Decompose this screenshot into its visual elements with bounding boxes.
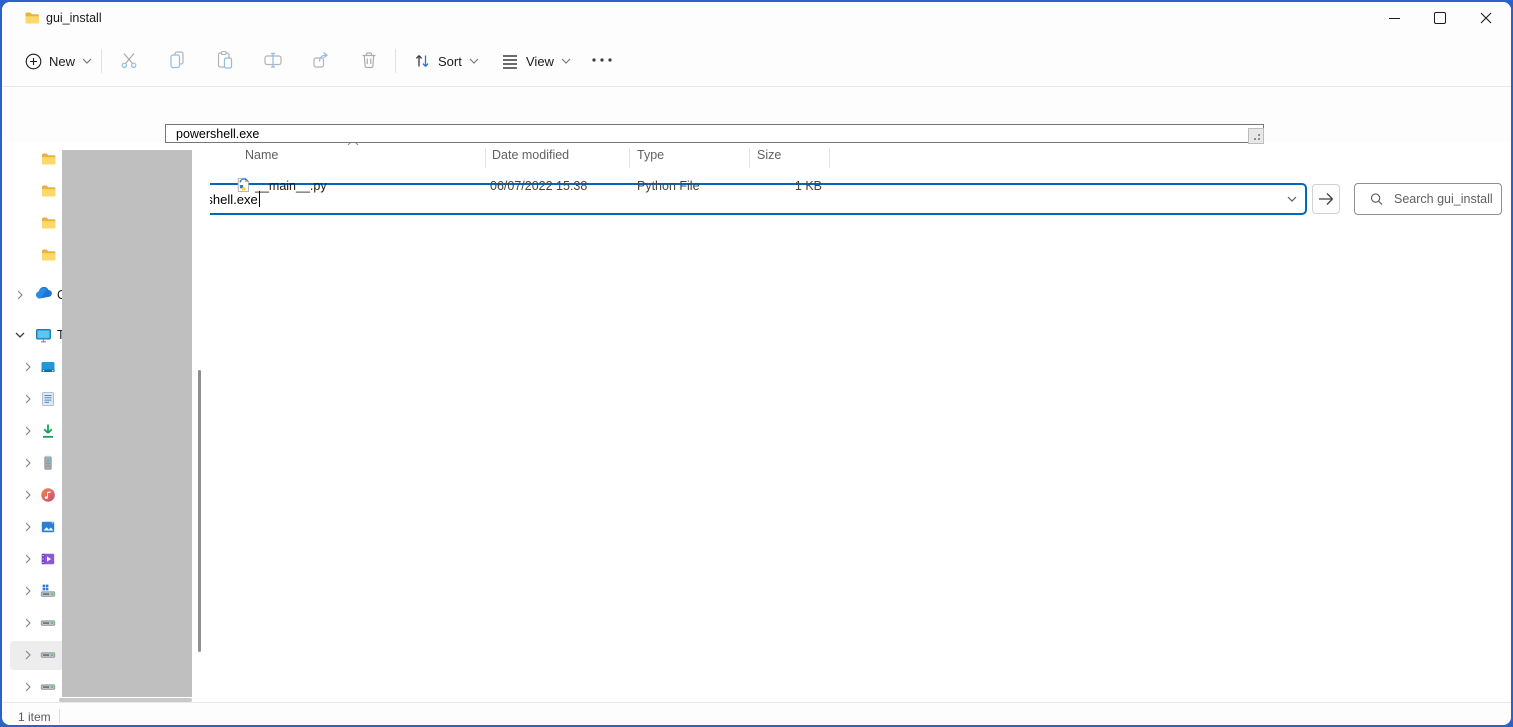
drive-icon [40,615,56,631]
search-icon [1370,192,1383,206]
search-input[interactable] [1392,191,1501,207]
chevron-right-icon[interactable] [22,521,34,533]
column-divider[interactable] [629,148,630,168]
sort-button[interactable]: Sort [404,45,488,77]
chevron-right-icon[interactable] [22,617,34,629]
file-explorer-window: gui_install New [2,2,1511,725]
copy-icon [167,50,187,70]
view-button-label: View [526,54,554,69]
horizontal-scrollbar[interactable] [59,698,192,702]
file-size: 1 KB [757,179,822,193]
chevron-down-icon [469,58,479,64]
chevron-right-icon[interactable] [22,553,34,565]
paste-icon [215,50,235,70]
chevron-right-icon[interactable] [22,585,34,597]
toolbar-separator [395,49,396,73]
item-count: 1 item [18,710,51,724]
chevron-right-icon[interactable] [22,489,34,501]
paste-button[interactable] [205,43,245,77]
status-divider [59,709,60,723]
go-to-button[interactable] [1312,184,1340,214]
chevron-right-icon[interactable] [22,425,34,437]
vertical-scrollbar[interactable] [198,370,201,652]
folder-icon [40,247,56,263]
column-header-size[interactable]: Size [757,148,781,162]
plus-circle-icon [25,53,42,70]
column-divider[interactable] [485,148,486,168]
music-icon [40,487,56,503]
title-bar: gui_install [2,2,1511,34]
more-options-button[interactable] [582,43,622,77]
file-date-modified: 06/07/2022 15:38 [490,179,587,193]
column-header-type[interactable]: Type [637,148,664,162]
folder-icon [24,10,40,26]
suggestion-item[interactable]: powershell.exe [176,127,259,141]
videos-icon [40,551,56,567]
minimize-button[interactable] [1371,2,1417,34]
view-button[interactable]: View [492,45,580,77]
column-divider[interactable] [749,148,750,168]
new-button-label: New [49,54,75,69]
close-button[interactable] [1463,2,1509,34]
rename-button[interactable] [253,43,293,77]
arrow-right-icon [1318,192,1334,206]
downloads-icon [40,423,56,439]
search-box[interactable] [1354,183,1502,215]
desktop-icon [40,359,56,375]
chevron-right-icon[interactable] [22,361,34,373]
file-type: Python File [637,179,700,193]
maximize-icon [1434,12,1446,24]
folder-icon [40,151,56,167]
sort-icon [413,52,431,70]
chevron-right-icon[interactable] [22,649,34,661]
column-divider[interactable] [829,148,830,168]
chevron-down-icon[interactable] [14,329,26,341]
chevron-right-icon[interactable] [22,457,34,469]
share-icon [311,50,331,70]
toolbar-separator [101,49,102,73]
folder-icon [40,215,56,231]
address-dropdown-button[interactable] [1287,196,1297,202]
status-bar: 1 item [2,702,1511,725]
chevron-down-icon [561,58,571,64]
python-file-icon [235,177,251,193]
chevron-right-icon[interactable] [22,681,34,693]
windows-drive-icon [40,583,56,599]
device-icon [40,455,56,471]
sort-button-label: Sort [438,54,462,69]
column-header-name[interactable]: Name [245,148,278,162]
chevron-right-icon[interactable] [14,289,26,301]
resize-grip[interactable] [1248,128,1264,144]
drive-icon [40,679,56,695]
column-header-date-modified[interactable]: Date modified [492,148,569,162]
view-icon [501,52,519,70]
maximize-button[interactable] [1417,2,1463,34]
redacted-region [62,150,192,697]
copy-button[interactable] [157,43,197,77]
new-button[interactable]: New [16,45,101,77]
close-icon [1480,12,1492,24]
share-button[interactable] [301,43,341,77]
documents-icon [40,391,56,407]
command-toolbar: New Sort View [2,34,1511,87]
drive-icon [40,647,56,663]
this-pc-monitor-icon [35,327,52,344]
minimize-icon [1389,18,1400,19]
chevron-right-icon[interactable] [22,393,34,405]
file-name: __main__.py [255,179,327,193]
folder-icon [40,183,56,199]
chevron-down-icon [1287,196,1297,202]
window-title: gui_install [46,11,102,25]
cut-button[interactable] [109,43,149,77]
address-suggestion-dropdown: powershell.exe [165,124,1264,143]
onedrive-cloud-icon [35,287,52,304]
rename-icon [263,50,283,70]
delete-button[interactable] [349,43,389,77]
chevron-down-icon [82,58,92,64]
pictures-icon [40,519,56,535]
trash-icon [359,50,379,70]
file-row[interactable]: __main__.py 06/07/2022 15:38 Python File… [220,174,860,199]
scissors-icon [119,50,139,70]
ellipsis-icon [591,57,613,63]
